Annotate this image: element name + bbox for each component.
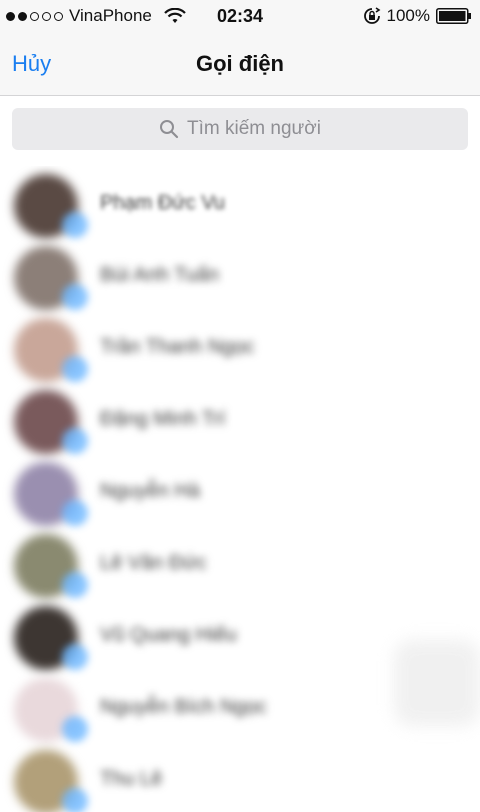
- status-bar: VinaPhone 02:34 100%: [0, 0, 480, 32]
- search-icon: [160, 120, 179, 139]
- contact-row[interactable]: Nguyễn Hà: [0, 454, 480, 526]
- messenger-badge-icon: [62, 788, 88, 812]
- messenger-badge-icon: [62, 716, 88, 742]
- nav-bar: Hủy Gọi điện: [0, 32, 480, 96]
- contact-name: Nguyễn Hà: [100, 480, 201, 502]
- contact-row[interactable]: Thu Lê: [0, 742, 480, 812]
- rotation-lock-icon: [363, 7, 380, 24]
- contact-row[interactable]: Trần Thanh Ngọc: [0, 310, 480, 382]
- contact-name: Bùi Anh Tuấn: [100, 264, 219, 286]
- contact-name: Vũ Quang Hiếu: [100, 624, 237, 646]
- messenger-badge-icon: [62, 284, 88, 310]
- messenger-badge-icon: [62, 212, 88, 238]
- contact-row[interactable]: Bùi Anh Tuấn: [0, 238, 480, 310]
- messenger-badge-icon: [62, 644, 88, 670]
- page-title: Gọi điện: [196, 51, 284, 76]
- status-right: 100%: [363, 0, 472, 32]
- messenger-badge-icon: [62, 500, 88, 526]
- contact-name: Thu Lê: [100, 768, 163, 790]
- search-input[interactable]: Tìm kiếm người: [12, 108, 468, 150]
- contact-name: Trần Thanh Ngọc: [100, 336, 255, 358]
- cancel-button[interactable]: Hủy: [12, 32, 51, 96]
- contact-row[interactable]: Phạm Đức Vu: [0, 166, 480, 238]
- battery-icon: [436, 8, 471, 24]
- messenger-badge-icon: [62, 572, 88, 598]
- messenger-badge-icon: [62, 428, 88, 454]
- messenger-badge-icon: [62, 356, 88, 382]
- contact-name: Đặng Minh Trí: [100, 408, 226, 430]
- floating-action-button[interactable]: [394, 640, 480, 726]
- search-bar: Tìm kiếm người: [0, 97, 480, 159]
- search-placeholder: Tìm kiếm người: [187, 118, 321, 139]
- contact-name: Nguyễn Bích Ngọc: [100, 696, 267, 718]
- contact-row[interactable]: Đặng Minh Trí: [0, 382, 480, 454]
- contact-name: Phạm Đức Vu: [100, 192, 225, 214]
- contact-name: Lê Văn Đức: [100, 552, 207, 574]
- battery-percent: 100%: [386, 6, 430, 25]
- contact-row[interactable]: Lê Văn Đức: [0, 526, 480, 598]
